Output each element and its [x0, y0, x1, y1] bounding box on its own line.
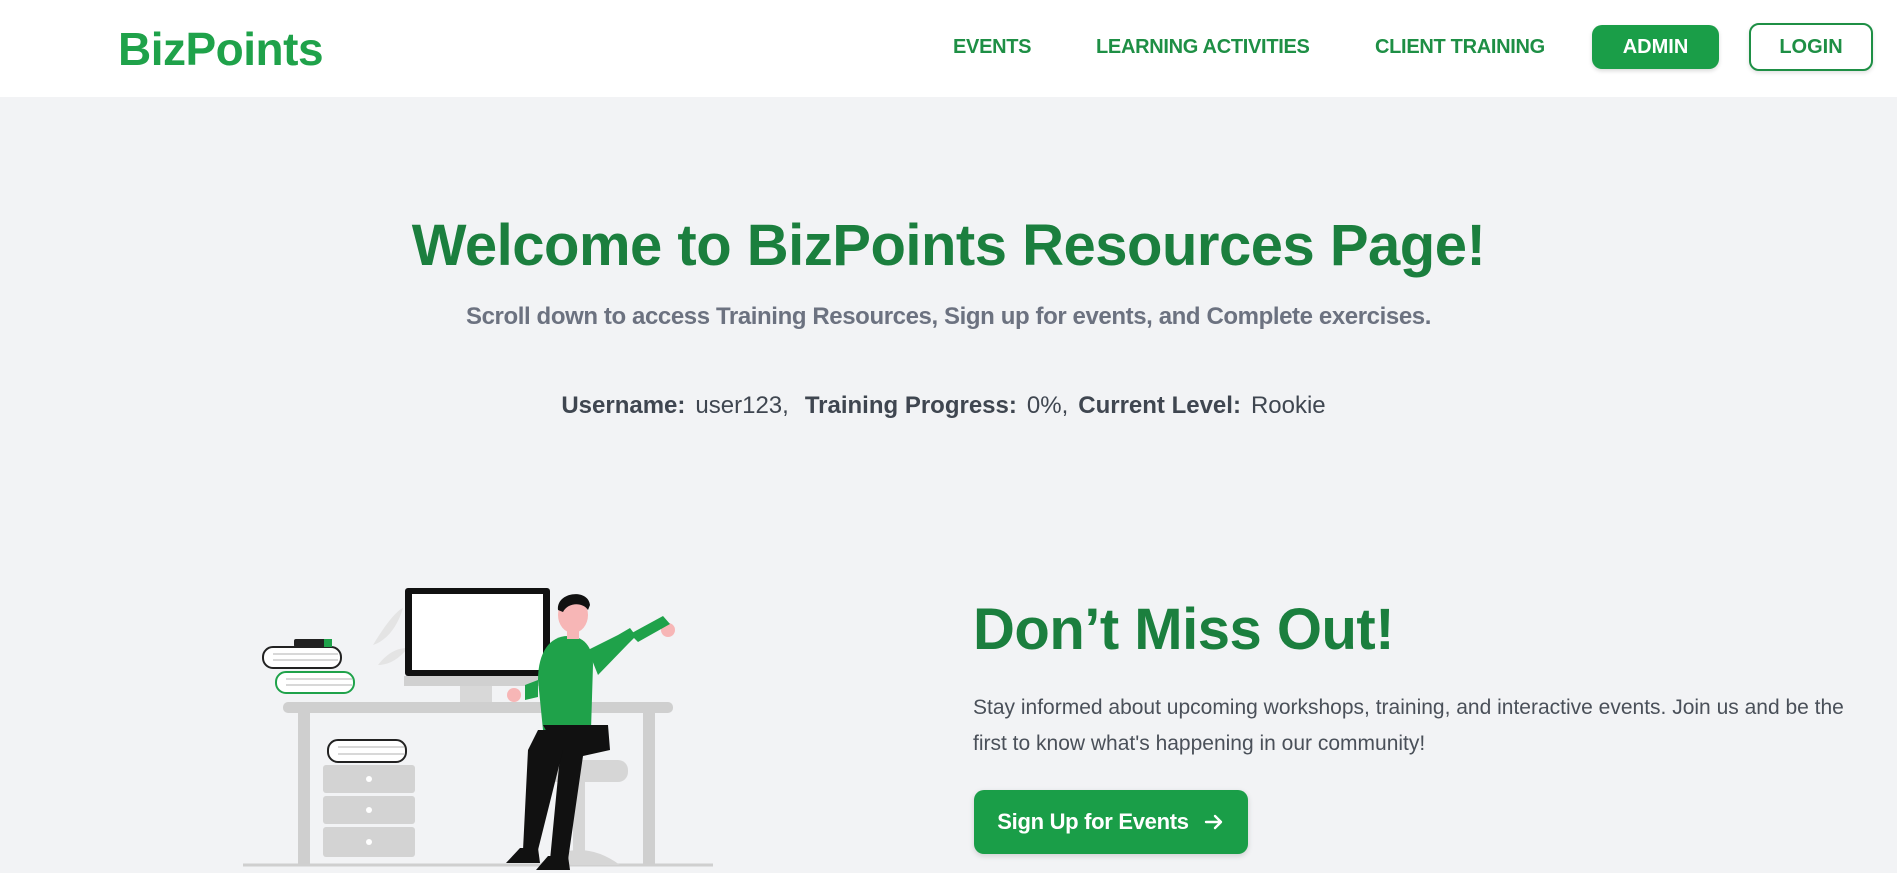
brand-logo[interactable]: BizPoints — [118, 22, 324, 76]
person-at-desk-illustration — [243, 588, 713, 870]
sign-up-for-events-button[interactable]: Sign Up for Events — [974, 790, 1248, 854]
username-label: Username: — [561, 392, 686, 419]
page-subtitle: Scroll down to access Training Resources… — [466, 303, 1431, 330]
login-button[interactable]: LOGIN — [1749, 23, 1873, 71]
nav-link-client-training[interactable]: CLIENT TRAINING — [1375, 36, 1545, 59]
admin-button[interactable]: ADMIN — [1592, 25, 1719, 69]
page-title: Welcome to BizPoints Resources Page! — [411, 213, 1486, 278]
sign-up-button-label: Sign Up for Events — [997, 809, 1189, 834]
top-navbar: BizPoints EVENTS LEARNING ACTIVITIES CLI… — [0, 0, 1897, 97]
nav-link-learning-activities[interactable]: LEARNING ACTIVITIES — [1096, 36, 1310, 59]
current-level-value: Rookie — [1250, 392, 1326, 419]
nav-link-events[interactable]: EVENTS — [953, 36, 1032, 59]
username-value: user123, — [695, 392, 789, 419]
promo-description: Stay informed about upcoming workshops, … — [973, 696, 1844, 755]
training-progress-value: 0%, — [1026, 392, 1069, 419]
user-stats: Username: user123, Training Progress: 0%… — [0, 392, 1897, 420]
training-progress-label: Training Progress: — [804, 392, 1017, 419]
current-level-label: Current Level: — [1078, 392, 1241, 419]
promo-title: Don’t Miss Out! — [973, 597, 1395, 662]
arrow-right-icon — [1204, 814, 1222, 830]
